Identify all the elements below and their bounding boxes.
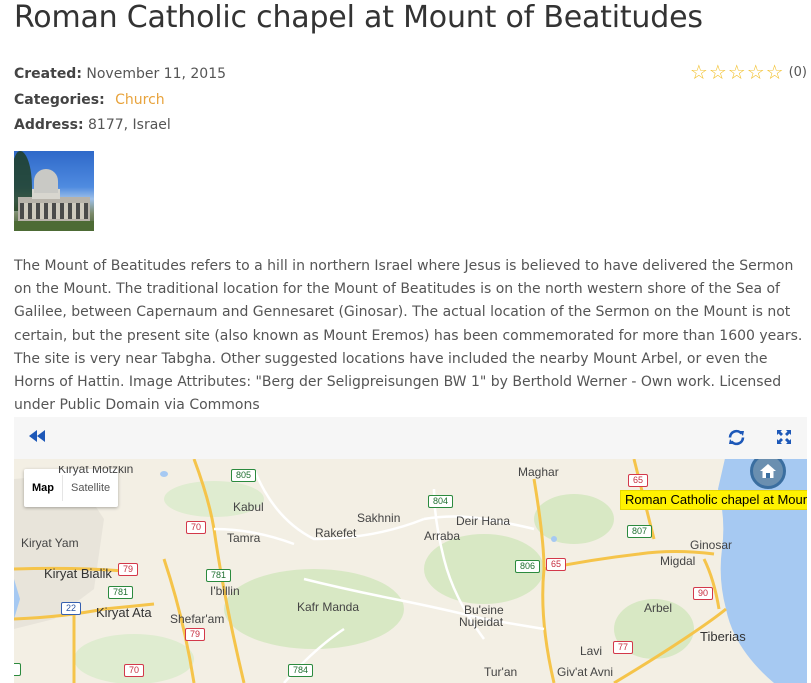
place-label: Tamra [227,531,261,545]
road-shield: 781 [206,569,232,582]
created-value: November 11, 2015 [86,66,227,82]
home-icon [760,464,776,478]
road-shield: 781 [108,586,134,599]
road-shield: 90 [693,587,714,600]
place-label: Tiberias [700,629,746,644]
place-label: Arraba [424,529,461,543]
star-rating[interactable]: ☆ ☆ ☆ ☆ ☆ (0) [690,62,807,82]
road-shield: 804 [428,495,454,508]
place-label: Ginosar [690,538,733,552]
place-label: Kiryat Bialik [44,566,112,581]
place-label: I'billin [210,584,240,598]
road-shield: 65 [546,558,567,571]
star-icon[interactable]: ☆ [690,62,708,82]
place-label: Migdal [660,554,696,568]
road-shield: 65 [628,474,649,487]
place-label: Maghar [518,465,559,479]
road-shield: 79 [118,563,139,576]
map-toolbar [14,417,807,459]
star-icon[interactable]: ☆ [747,62,765,82]
star-icon[interactable]: ☆ [709,62,727,82]
chapel-thumbnail[interactable] [14,151,94,231]
place-label: Kafr Manda [297,600,360,614]
place-label: Kiryat Yam [21,536,79,550]
road-shield: 22 [61,602,82,615]
place-label: Shefar'am [170,612,225,626]
rewind-icon[interactable] [28,429,46,447]
road-shield: 784 [288,664,314,677]
created-label: Created: [14,66,82,82]
place-label: Arbel [644,601,673,615]
road-shield: 806 [515,560,541,573]
description: The Mount of Beatitudes refers to a hill… [14,258,803,414]
place-label: Kiryat Ata [96,605,152,620]
place-label: Tur'an [484,665,518,679]
road-shield: 70 [124,664,145,677]
road-shield [14,663,21,676]
place-label: Sakhnin [357,511,401,525]
refresh-icon[interactable] [728,429,745,450]
road-shield: 70 [186,521,207,534]
road-shield: 805 [231,469,257,482]
place-label: Lavi [580,644,603,658]
address-label: Address: [14,117,84,133]
place-label: Rakefet [315,526,357,540]
map-type-map-button[interactable]: Map [24,469,62,507]
place-label: Deir Hana [456,514,511,528]
road-shield: 79 [185,628,206,641]
star-icon[interactable]: ☆ [728,62,746,82]
road-shield: 807 [627,525,653,538]
fullscreen-icon[interactable] [776,429,792,449]
address-value: 8177, Israel [88,117,171,133]
place-label: Kabul [233,500,264,514]
rating-count: (0) [788,64,807,80]
created-row: Created: November 11, 2015 [14,66,226,82]
road-shield: 77 [613,641,634,654]
categories-row: Categories: Church [14,92,165,108]
star-icon[interactable]: ☆ [766,62,784,82]
categories-label: Categories: [14,92,105,108]
category-link[interactable]: Church [115,92,165,108]
map-view[interactable]: Map Satellite Kiryat Motzkin Kabul Sakhn… [14,459,807,683]
address-row: Address: 8177, Israel [14,117,171,133]
page-title: Roman Catholic chapel at Mount of Beatit… [14,0,703,35]
place-label: Giv'at Avni [557,665,614,679]
marker-label[interactable]: Roman Catholic chapel at Moun [620,490,807,510]
place-label: Nujeidat [459,615,504,629]
